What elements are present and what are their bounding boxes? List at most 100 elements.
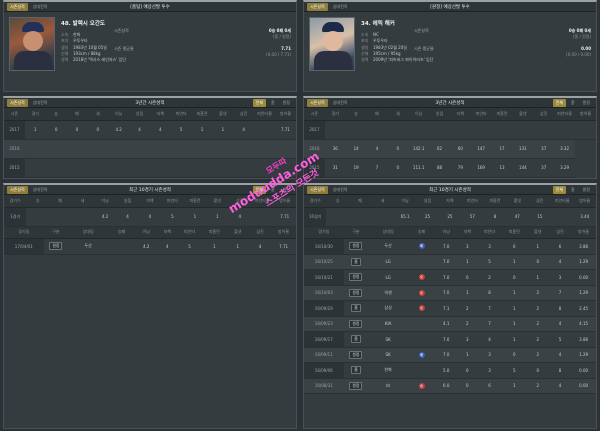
recent-filter-home[interactable]: 홈 — [268, 186, 278, 194]
table-cell: 2016 — [4, 139, 25, 159]
column-header: 볼넷 — [206, 195, 229, 208]
player-photo — [309, 17, 355, 71]
table-cell: 3 — [477, 238, 502, 255]
season-filter-home[interactable]: 홈 — [268, 99, 278, 107]
profile-tab-season[interactable]: 시즌성적 — [307, 2, 328, 11]
season-tab-versus[interactable]: 상대전적 — [30, 99, 51, 107]
win-badge: 승 — [418, 289, 425, 296]
recent-filter: 전체 홈 원정 — [552, 186, 593, 194]
table-cell: 승 — [407, 378, 436, 394]
column-header: 볼넷 — [506, 195, 529, 208]
column-header: 승 — [345, 108, 367, 121]
recent-filter-away[interactable]: 원정 — [280, 186, 293, 194]
table-cell — [170, 139, 192, 159]
table-cell: SK — [368, 331, 408, 348]
table-cell: 0.00 — [571, 362, 596, 379]
profile-tab-versus[interactable]: 상대전적 — [30, 3, 51, 11]
recent-filter-all[interactable]: 전체 — [552, 186, 566, 194]
column-header: 피홈런 — [183, 195, 207, 208]
season-filter-all[interactable]: 전체 — [552, 99, 566, 107]
table-cell — [550, 207, 574, 227]
table-cell: 원정 — [343, 378, 369, 394]
season-filter-away[interactable]: 원정 — [580, 99, 593, 107]
column-header: 경기 — [24, 108, 46, 121]
table-cell: 2016 — [304, 139, 325, 159]
table-cell: 0 — [87, 120, 109, 140]
table-cell — [554, 120, 575, 140]
recent-tab-season[interactable]: 시즌성적 — [307, 185, 328, 194]
season-filter: 전체 홈 원정 — [552, 99, 593, 107]
table-cell: 0 — [501, 347, 527, 363]
column-header: 삼진 — [233, 108, 255, 121]
table-cell: 88 — [429, 158, 450, 178]
table-cell: 3 — [477, 347, 502, 363]
table-cell: 31 — [324, 158, 346, 178]
recent-tab-season[interactable]: 시즌성적 — [7, 185, 28, 194]
table-cell: 7.0 — [435, 285, 458, 301]
table-cell — [449, 120, 471, 140]
column-header: 구분 — [343, 226, 369, 239]
season-filter-home[interactable]: 홈 — [568, 99, 578, 107]
win-badge: 승 — [418, 274, 425, 281]
table-cell: 5 — [170, 120, 192, 140]
table-cell: 3 — [548, 269, 572, 286]
column-header: 시즌 — [304, 108, 325, 121]
season-tab-season[interactable]: 시즌성적 — [7, 98, 28, 107]
table-cell — [254, 158, 275, 178]
table-cell — [574, 120, 596, 140]
table-cell — [345, 120, 367, 140]
table-cell: 4 — [233, 120, 255, 140]
table-cell: 1 — [206, 207, 229, 227]
table-cell — [366, 120, 388, 140]
season-tab-versus[interactable]: 상대전적 — [330, 99, 351, 107]
column-header: 자책 — [157, 226, 178, 239]
table-cell: 2017 — [304, 120, 325, 140]
table-cell: 16/09/11 — [304, 347, 344, 363]
table-cell: 원정 — [43, 238, 69, 255]
table-cell: 2 — [457, 300, 478, 317]
venue-badge: 홈 — [351, 257, 361, 266]
column-header: 방어율 — [574, 108, 596, 121]
season-table: 시즌 경기 승 패 세 이닝 실점 자책 피안타 피홈런 볼넷 삼진 피안타율 방어율 2017 1 0 0 0 4.… — [4, 108, 296, 178]
season-summary: 시즌성적 0승 0패 0세 (홈 / 원정) 시즌 평균율 7.71 (0.00 / 7.… — [114, 28, 291, 58]
table-cell: 8 — [483, 207, 507, 227]
recent-tab-versus[interactable]: 상대전적 — [330, 186, 351, 194]
column-header: 자책 — [457, 226, 478, 239]
recent-filter-away[interactable]: 원정 — [580, 186, 593, 194]
table-cell: 1.29 — [571, 285, 596, 301]
summary-label: 시즌 평균율 — [114, 46, 134, 51]
summary-row: 1경기 4.2 4 4 5 1 1 4 7.71 — [4, 207, 296, 227]
table-cell: 1 — [501, 300, 527, 317]
recent-tab-versus[interactable]: 상대전적 — [30, 186, 51, 194]
table-cell: 25 — [438, 207, 462, 227]
table-cell: 4 — [548, 378, 572, 394]
player-photo — [9, 17, 55, 71]
column-header: 피안타율 — [554, 108, 575, 121]
table-cell: 1 — [526, 238, 549, 255]
table-cell — [233, 158, 255, 178]
venue-badge: 홈 — [351, 304, 361, 313]
season-filter-away[interactable]: 원정 — [280, 99, 293, 107]
table-cell: 1 — [191, 120, 213, 140]
table-cell: 4 — [228, 207, 251, 227]
table-cell: 5 — [161, 207, 184, 227]
recent-filter-home[interactable]: 홈 — [568, 186, 578, 194]
table-cell — [233, 139, 255, 159]
summary-row: (0.00 / 0.00) — [414, 52, 591, 58]
season-summary: 시즌성적 0승 0패 0세 (홈 / 원정) 시즌 평균율 0.00 (0.00 / 0.… — [414, 28, 591, 58]
table-row: 2017 — [304, 120, 596, 140]
table-cell: 7.0 — [435, 331, 458, 348]
column-header: 피안타 — [177, 226, 202, 239]
loss-badge: 패 — [418, 351, 425, 358]
table-cell: 5 — [177, 238, 202, 255]
table-cell: 16/10/30 — [304, 238, 344, 255]
profile-tab-versus[interactable]: 상대전적 — [330, 3, 351, 11]
season-tab-season[interactable]: 시즌성적 — [307, 98, 328, 107]
column-header: 실점 — [416, 195, 439, 208]
profile-tab-season[interactable]: 시즌성적 — [7, 2, 28, 11]
recent-filter-all[interactable]: 전체 — [252, 186, 266, 194]
table-cell: 16/10/03 — [304, 285, 344, 301]
table-cell: 6.0 — [435, 378, 458, 394]
column-header: 삼진 — [228, 195, 251, 208]
season-filter-all[interactable]: 전체 — [252, 99, 266, 107]
